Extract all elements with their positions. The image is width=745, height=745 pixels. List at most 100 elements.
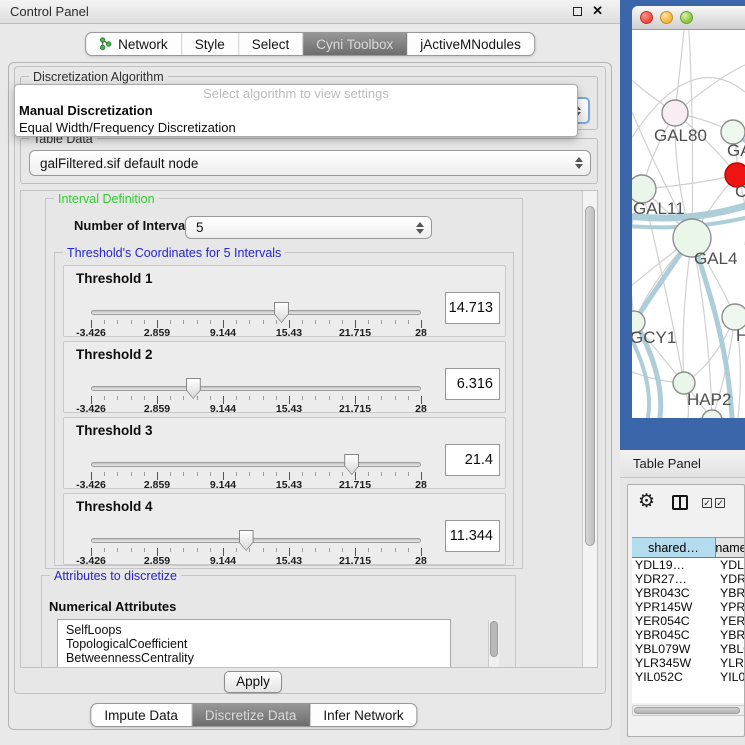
threshold-3-panel: Threshold 3-3.4262.8599.14415.4321.71528… [63, 417, 506, 489]
attribute-item-betweennesscentrality[interactable]: BetweennessCentrality [66, 651, 450, 665]
network-node-gal80[interactable] [662, 100, 688, 126]
table-cell: YBR045C [632, 628, 716, 642]
close-traffic-light-icon[interactable] [640, 11, 653, 24]
slider-tick [104, 396, 105, 400]
slider-tick [395, 472, 396, 476]
dropdown-option-equal-width-frequency-discretization[interactable]: Equal Width/Frequency Discretization [15, 119, 577, 136]
zoom-traffic-light-icon[interactable] [680, 11, 693, 24]
slider-scale-label: 9.144 [203, 327, 243, 339]
table-row[interactable]: YDL19…YDL19 [632, 558, 745, 572]
slider-tick [342, 548, 343, 552]
minimize-traffic-light-icon[interactable] [660, 11, 673, 24]
number-of-intervals-combobox[interactable]: 5 [185, 216, 432, 239]
network-canvas[interactable]: GAL80GACGAL11GAL4GCY1HHAP2 [632, 30, 745, 418]
table-data-group: Table Data galFiltered.sif default node [20, 138, 598, 184]
settings-vertical-scrollbar[interactable] [582, 191, 597, 667]
slider-tick [381, 472, 382, 476]
slider-tick [131, 396, 132, 400]
slider-tick [183, 396, 184, 400]
tab-jactivemnodules[interactable]: jActiveMNodules [407, 33, 534, 55]
table-horizontal-scrollbar[interactable] [632, 705, 745, 716]
tab-impute-data[interactable]: Impute Data [91, 704, 192, 726]
table-hscrollbar-thumb[interactable] [634, 707, 740, 714]
slider-scale-label: 9.144 [203, 403, 243, 415]
tab-label: Cyni Toolbox [316, 37, 393, 52]
slider-tick [263, 396, 264, 400]
slider-tick [210, 396, 211, 400]
table-panel-titlebar: Table Panel [620, 450, 745, 478]
threshold-slider-track[interactable] [91, 386, 421, 391]
node-table: shared…name YDL19…YDL19YDR27…YDR27YBR043… [632, 537, 745, 703]
network-window: GAL80GACGAL11GAL4GCY1HHAP2 [632, 6, 745, 418]
slider-tick [117, 472, 118, 476]
tab-discretize-data[interactable]: Discretize Data [192, 704, 311, 726]
slider-scale-label: -3.426 [71, 555, 111, 567]
slider-tick [131, 320, 132, 324]
tab-network[interactable]: Network [86, 33, 182, 55]
threshold-slider-handle[interactable] [344, 454, 359, 475]
threshold-label: Threshold 4 [76, 499, 153, 514]
slider-tick [170, 548, 171, 552]
threshold-slider-track[interactable] [91, 538, 421, 543]
slider-tick [144, 396, 145, 400]
apply-button[interactable]: Apply [224, 671, 282, 693]
threshold-label: Threshold 3 [76, 423, 153, 438]
attributes-scrollbar-thumb[interactable] [490, 621, 498, 657]
slider-tick [329, 320, 330, 324]
dropdown-option-manual-discretization[interactable]: Manual Discretization [15, 102, 577, 119]
table-row[interactable]: YBR045CYBR045C [632, 628, 745, 642]
threshold-slider-handle[interactable] [186, 378, 201, 399]
network-node[interactable] [702, 410, 722, 418]
slider-tick [302, 396, 303, 400]
table-cell: YIL052C [632, 670, 716, 684]
table-row[interactable]: YBR043CYBR043C [632, 586, 745, 600]
threshold-value-field[interactable]: 14.713 [445, 292, 500, 324]
table-row[interactable]: YLR345WYLR345W [632, 656, 745, 670]
table-row[interactable]: YBL079WYBL079W [632, 642, 745, 656]
checkbox-icon[interactable]: ✓ [702, 498, 712, 508]
columns-icon[interactable] [672, 495, 688, 510]
slider-tick [381, 396, 382, 400]
slider-tick [249, 320, 250, 324]
network-node-label: GCY1 [632, 328, 676, 347]
attribute-item-topologicalcoefficient[interactable]: TopologicalCoefficient [66, 637, 450, 651]
slider-scale-label: 2.859 [137, 479, 177, 491]
table-data-combobox[interactable]: galFiltered.sif default node [29, 150, 591, 176]
tab-infer-network[interactable]: Infer Network [310, 704, 416, 726]
network-window-titlebar[interactable] [632, 6, 745, 30]
threshold-slider-track[interactable] [91, 310, 421, 315]
discretization-algorithm-label: Discretization Algorithm [29, 70, 168, 84]
attribute-item-selfloops[interactable]: SelfLoops [66, 623, 450, 637]
numerical-attributes-list[interactable]: SelfLoopsTopologicalCoefficientBetweenne… [57, 619, 451, 668]
network-node-label: C [735, 182, 745, 201]
checkbox-icon[interactable]: ✓ [715, 498, 725, 508]
attributes-list-scrollbar[interactable] [488, 620, 499, 667]
settings-scrollbar-thumb[interactable] [585, 206, 595, 546]
gear-icon[interactable]: ⚙ [638, 491, 655, 513]
slider-tick [263, 548, 264, 552]
column-header-name[interactable]: name [716, 538, 745, 557]
slider-tick [104, 548, 105, 552]
threshold-value-field[interactable]: 21.4 [445, 444, 500, 476]
threshold-slider-handle[interactable] [239, 530, 254, 551]
table-row[interactable]: YER054CYER054C [632, 614, 745, 628]
float-window-icon[interactable] [573, 7, 582, 16]
slider-tick [131, 548, 132, 552]
table-row[interactable]: YIL052CYIL052C [632, 670, 745, 684]
threshold-value-field[interactable]: 6.316 [445, 368, 500, 400]
table-row[interactable]: YDR27…YDR27 [632, 572, 745, 586]
column-header-shared[interactable]: shared… [632, 538, 716, 557]
slider-tick [302, 472, 303, 476]
threshold-value-field[interactable]: 11.344 [445, 520, 500, 552]
tab-select[interactable]: Select [239, 33, 304, 55]
slider-tick [236, 548, 237, 552]
table-row[interactable]: YPR145WYPR145W [632, 600, 745, 614]
close-icon[interactable]: ✕ [592, 3, 603, 19]
slider-tick [368, 396, 369, 400]
table-cell: YLR345W [632, 656, 716, 670]
tab-cyni-toolbox[interactable]: Cyni Toolbox [303, 33, 407, 55]
threshold-slider-track[interactable] [91, 462, 421, 467]
slider-tick [170, 396, 171, 400]
slider-tick [395, 396, 396, 400]
tab-style[interactable]: Style [182, 33, 239, 55]
